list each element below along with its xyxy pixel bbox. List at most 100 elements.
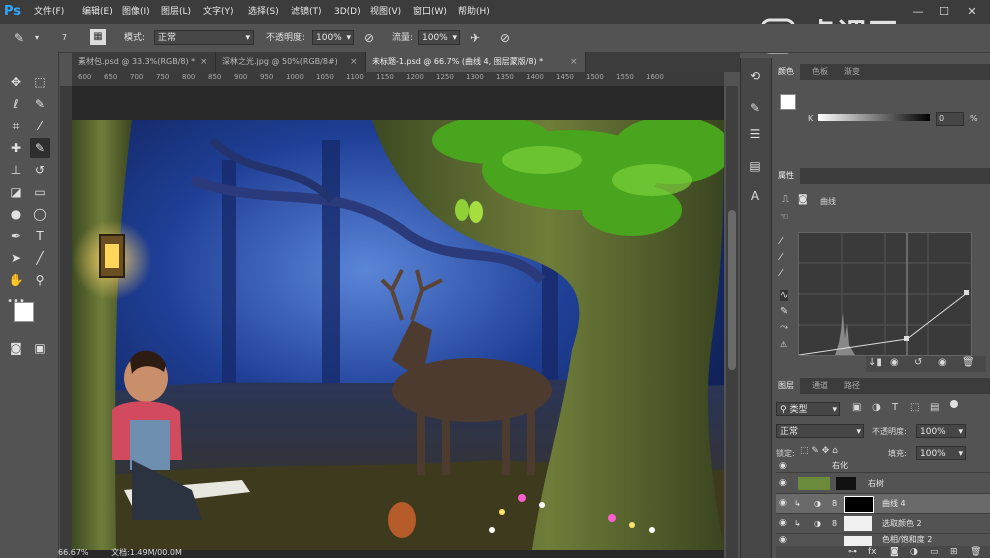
layer-name[interactable]: 色相/饱和度 2 [882,534,932,546]
eyedropper-tool-icon[interactable]: ⁄ [30,116,50,136]
gradient-tool-icon[interactable]: ▭ [30,182,50,202]
layer-row[interactable]: ◉ ↳ ◑ 8 选取颜色 2 [776,514,990,534]
link-layers-icon[interactable]: ⊶ [848,546,857,558]
eye-icon[interactable]: ◉ [779,474,791,493]
curves-graph[interactable] [798,232,972,356]
visibility-icon[interactable]: ◉ [938,357,947,368]
new-layer-icon[interactable]: ⊞ [950,546,958,558]
document-canvas[interactable] [72,120,724,550]
history-icon[interactable]: ⟲ [745,66,765,86]
trash-icon[interactable]: 🗑 [970,546,981,558]
on-image-adjust-icon[interactable]: ☜ [780,212,789,223]
eye-icon[interactable]: ◉ [779,494,791,513]
blur-tool-icon[interactable]: ● [6,204,26,224]
pressure-opacity-icon[interactable]: ⊘ [360,29,378,47]
layer-opacity-input[interactable]: 100% ▾ [916,424,966,438]
blend-mode-select[interactable]: 正常 ▾ [776,424,864,438]
lock-pixels-icon[interactable]: ⬚ ✎ ✥ ⌂ [800,446,838,456]
layer-name[interactable]: 右化 [832,460,848,472]
tool-preset-dropdown-icon[interactable]: ▾ [28,29,46,47]
zoom-level[interactable]: 66.67% [58,548,89,557]
opacity-input[interactable]: 100% ▾ [312,30,354,45]
info-icon[interactable]: ▤ [745,156,765,176]
tab-document-1[interactable]: 素材包.psd @ 33.3%(RGB/8) * × [72,52,216,72]
type-tool-icon[interactable]: T [30,226,50,246]
layer-row[interactable]: ◉ 右化 [776,460,990,473]
menu-filter[interactable]: 滤镜(T) [291,0,322,24]
close-tab-icon[interactable]: × [350,52,358,72]
marquee-tool-icon[interactable]: ⬚ [30,72,50,92]
tab-properties[interactable]: 属性 [772,168,800,184]
foreground-color-swatch[interactable] [780,94,796,110]
zoom-tool-icon[interactable]: ⚲ [30,270,50,290]
tab-document-2[interactable]: 深林之光.jpg @ 50%(RGB/8#) × [216,52,366,72]
eraser-tool-icon[interactable]: ◪ [6,182,26,202]
layer-name[interactable]: 曲线 4 [882,494,906,513]
layer-name[interactable]: 选取颜色 2 [882,514,922,533]
new-adjustment-icon[interactable]: ◑ [910,546,918,558]
clone-stamp-tool-icon[interactable]: ⊥ [6,160,26,180]
eye-icon[interactable]: ◉ [779,514,791,533]
foreground-color-swatch[interactable] [14,302,34,322]
black-eyedropper-icon[interactable]: ⁄ [780,236,782,247]
layer-name[interactable]: 右树 [868,474,884,493]
k-value-input[interactable]: 0 [936,112,964,126]
add-mask-icon[interactable]: ◙ [890,546,899,558]
layer-row-selected[interactable]: ◉ ↳ ◑ 8 曲线 4 [776,494,990,514]
brush-panel-icon[interactable]: ▦ [90,29,106,45]
screen-mode-icon[interactable]: ▣ [30,338,50,358]
eye-icon[interactable]: ◉ [779,460,791,472]
history-brush-tool-icon[interactable]: ↺ [30,160,50,180]
reset-icon[interactable]: ↺ [914,357,922,368]
airbrush-icon[interactable]: ✈ [466,29,484,47]
trash-icon[interactable]: 🗑 [962,357,975,368]
hand-tool-icon[interactable]: ✋ [6,270,26,290]
quick-select-tool-icon[interactable]: ✎ [30,94,50,114]
filter-toggle-icon[interactable] [950,400,958,408]
white-eyedropper-icon[interactable]: ⁄ [780,268,782,279]
crop-tool-icon[interactable]: ⌗ [6,116,26,136]
view-previous-icon[interactable]: ◉ [890,357,899,368]
quick-mask-icon[interactable]: ◙ [6,338,26,358]
character-icon[interactable]: A [745,186,765,206]
adjustments-icon[interactable]: ☰ [745,124,765,144]
tab-swatches[interactable]: 色板 [806,64,834,80]
tab-paths[interactable]: 路径 [838,378,866,394]
close-tab-icon[interactable]: × [200,52,208,72]
new-group-icon[interactable]: ▭ [930,546,939,558]
dodge-tool-icon[interactable]: ◯ [30,204,50,224]
menu-3d[interactable]: 3D(D) [334,0,361,24]
eye-icon[interactable]: ◉ [779,534,791,546]
smooth-curve-icon[interactable]: ⤳ [780,322,788,333]
filter-type-icon[interactable]: T [892,402,898,413]
menu-window[interactable]: 窗口(W) [413,0,447,24]
filter-shape-icon[interactable]: ⬚ [910,402,919,413]
brush-tool-icon[interactable]: ✎ [10,29,28,47]
mode-select[interactable]: 正常 ▾ [154,30,254,45]
lasso-tool-icon[interactable]: ℓ [6,94,26,114]
line-tool-icon[interactable]: ╱ [30,248,50,268]
tab-channels[interactable]: 通道 [806,378,834,394]
pen-tool-icon[interactable]: ✒ [6,226,26,246]
tab-gradients[interactable]: 渐变 [838,64,866,80]
menu-type[interactable]: 文字(Y) [203,0,234,24]
move-tool-icon[interactable]: ✥ [6,72,26,92]
flow-input[interactable]: 100% ▾ [418,30,460,45]
fill-input[interactable]: 100% ▾ [916,446,966,460]
pressure-size-icon[interactable]: ⊘ [496,29,514,47]
layer-row[interactable]: ◉ 右树 [776,474,990,494]
menu-view[interactable]: 视图(V) [370,0,401,24]
curve-point-tool-icon[interactable]: ∿ [780,290,789,301]
fx-icon[interactable]: fx [868,546,877,558]
menu-layer[interactable]: 图层(L) [161,0,191,24]
layer-filter-select[interactable]: ⚲ 类型 ▾ [776,402,840,416]
tab-document-3[interactable]: 未标题-1.psd @ 66.7% (曲线 4, 图层蒙版/8) * × [366,52,586,72]
brush-presets-icon[interactable]: ✎ [745,98,765,118]
menu-file[interactable]: 文件(F) [34,0,64,24]
pencil-curve-icon[interactable]: ✎ [780,306,788,317]
menu-help[interactable]: 帮助(H) [458,0,490,24]
menu-select[interactable]: 选择(S) [248,0,279,24]
filter-pixel-icon[interactable]: ▣ [852,402,861,413]
k-slider-track[interactable] [818,114,930,121]
menu-edit[interactable]: 编辑(E) [82,0,113,24]
